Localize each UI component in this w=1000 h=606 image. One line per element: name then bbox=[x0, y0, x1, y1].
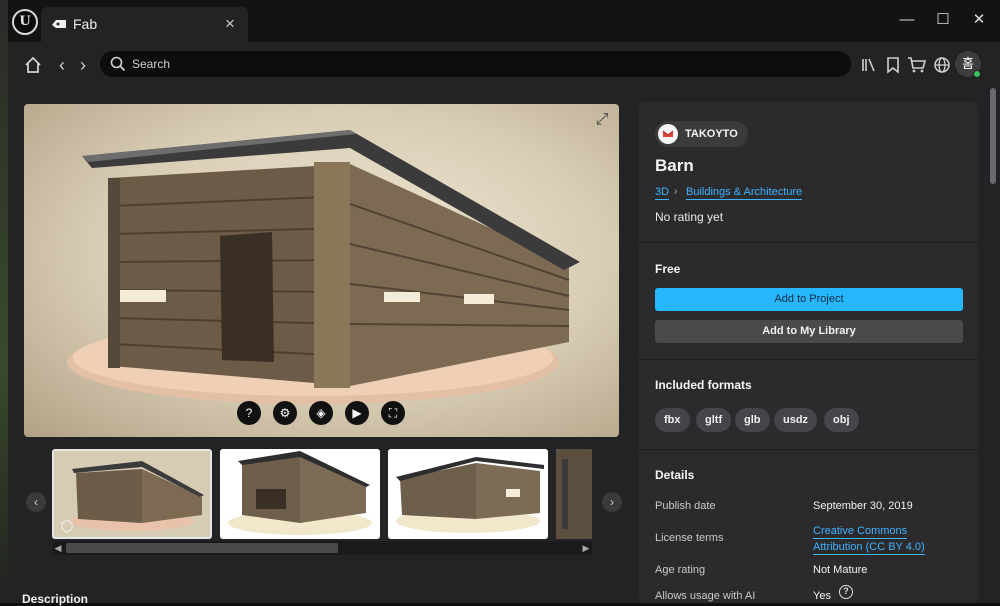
divider bbox=[639, 242, 978, 243]
desktop-background bbox=[0, 0, 8, 603]
search-input[interactable]: Search bbox=[132, 57, 170, 71]
barn-model-render bbox=[67, 130, 580, 404]
publish-date-label: Publish date bbox=[655, 500, 716, 512]
format-tag: glb bbox=[735, 408, 770, 432]
creator-avatar bbox=[658, 124, 678, 144]
globe-icon[interactable] bbox=[929, 52, 955, 78]
chevron-right-icon: › bbox=[674, 186, 678, 197]
maximize-button[interactable]: ☐ bbox=[929, 8, 957, 32]
thumbnail-1[interactable] bbox=[52, 449, 212, 539]
breadcrumb-category[interactable]: Buildings & Architecture bbox=[686, 186, 803, 200]
fab-icon bbox=[52, 20, 66, 28]
ai-usage-value: Yes bbox=[813, 590, 831, 602]
license-label: License terms bbox=[655, 532, 724, 544]
formats-heading: Included formats bbox=[655, 378, 752, 392]
help-icon[interactable]: ? bbox=[237, 401, 261, 425]
product-title: Barn bbox=[655, 156, 694, 175]
thumbnail-3[interactable] bbox=[388, 449, 548, 539]
title-bar: U Fab × — ☐ ✕ bbox=[8, 0, 1000, 42]
thumbnail-scrollbar[interactable]: ◀ ▶ bbox=[52, 541, 592, 555]
close-button[interactable]: ✕ bbox=[965, 8, 993, 32]
format-tag: obj bbox=[824, 408, 859, 432]
divider bbox=[639, 359, 978, 360]
page-scrollbar[interactable] bbox=[986, 88, 1000, 603]
scroll-left-icon[interactable]: ◀ bbox=[52, 541, 64, 555]
description-heading: Description bbox=[22, 592, 89, 606]
publish-date-value: September 30, 2019 bbox=[813, 500, 913, 512]
page-scroll-thumb[interactable] bbox=[990, 88, 996, 184]
add-to-project-button[interactable]: Add to Project bbox=[655, 288, 963, 311]
tab-close-icon[interactable]: × bbox=[220, 13, 240, 35]
app-window: U Fab × — ☐ ✕ ‹ › Search 홈 ⤢ ? ⚙ ◈ ▶ ⛶ ‹… bbox=[8, 0, 1000, 606]
creator-badge[interactable]: TAKOYTO bbox=[655, 121, 748, 147]
library-icon[interactable] bbox=[856, 52, 882, 78]
scroll-right-icon[interactable]: ▶ bbox=[580, 541, 592, 555]
scroll-thumb[interactable] bbox=[66, 543, 338, 553]
age-rating-label: Age rating bbox=[655, 564, 706, 576]
price-label: Free bbox=[655, 262, 681, 276]
search-icon bbox=[110, 56, 126, 72]
fullscreen-icon[interactable]: ⛶ bbox=[381, 401, 405, 425]
age-rating-value: Not Mature bbox=[813, 564, 868, 576]
format-tag: gltf bbox=[696, 408, 732, 432]
cart-icon[interactable] bbox=[904, 52, 930, 78]
nav-bar: ‹ › Search 홈 bbox=[8, 42, 1000, 88]
thumbnail-carousel: ‹ › ◀ ▶ bbox=[24, 446, 622, 555]
forward-icon[interactable]: › bbox=[70, 52, 96, 78]
tab-fab[interactable]: Fab × bbox=[41, 7, 248, 42]
minimize-button[interactable]: — bbox=[893, 8, 921, 32]
carousel-next-icon[interactable]: › bbox=[602, 492, 622, 512]
home-icon[interactable] bbox=[20, 52, 46, 78]
thumbnail-4[interactable] bbox=[556, 449, 592, 539]
ai-usage-label: Allows usage with AI bbox=[655, 590, 756, 602]
bookmark-icon[interactable] bbox=[880, 52, 906, 78]
rating-text: No rating yet bbox=[655, 210, 724, 224]
thumbnail-2[interactable] bbox=[220, 449, 380, 539]
camera-icon[interactable]: ▶ bbox=[345, 401, 369, 425]
details-heading: Details bbox=[655, 468, 695, 482]
unreal-logo-icon[interactable]: U bbox=[12, 9, 38, 35]
search-bar[interactable]: Search bbox=[100, 51, 851, 77]
product-page: ⤢ ? ⚙ ◈ ▶ ⛶ ‹ › ◀ ▶ Description TAKOYTO … bbox=[8, 88, 1000, 606]
add-to-library-button[interactable]: Add to My Library bbox=[655, 320, 963, 343]
breadcrumb-3d[interactable]: 3D bbox=[655, 186, 670, 200]
format-tag: usdz bbox=[774, 408, 818, 432]
settings-icon[interactable]: ⚙ bbox=[273, 401, 297, 425]
creator-name: TAKOYTO bbox=[685, 128, 738, 140]
expand-icon[interactable]: ⤢ bbox=[590, 108, 614, 132]
online-status-dot bbox=[973, 70, 981, 78]
product-info-panel: TAKOYTO Barn 3D › Buildings & Architectu… bbox=[639, 102, 978, 603]
license-link-line2[interactable]: Attribution (CC BY 4.0) bbox=[813, 540, 925, 555]
carousel-prev-icon[interactable]: ‹ bbox=[26, 492, 46, 512]
help-circle-icon[interactable]: ? bbox=[839, 585, 853, 599]
tab-label: Fab bbox=[73, 16, 98, 32]
divider bbox=[639, 449, 978, 450]
model-viewer[interactable]: ⤢ ? ⚙ ◈ ▶ ⛶ bbox=[24, 104, 619, 437]
format-tag: fbx bbox=[655, 408, 690, 432]
license-link-line1[interactable]: Creative Commons bbox=[813, 524, 908, 539]
layers-icon[interactable]: ◈ bbox=[309, 401, 333, 425]
